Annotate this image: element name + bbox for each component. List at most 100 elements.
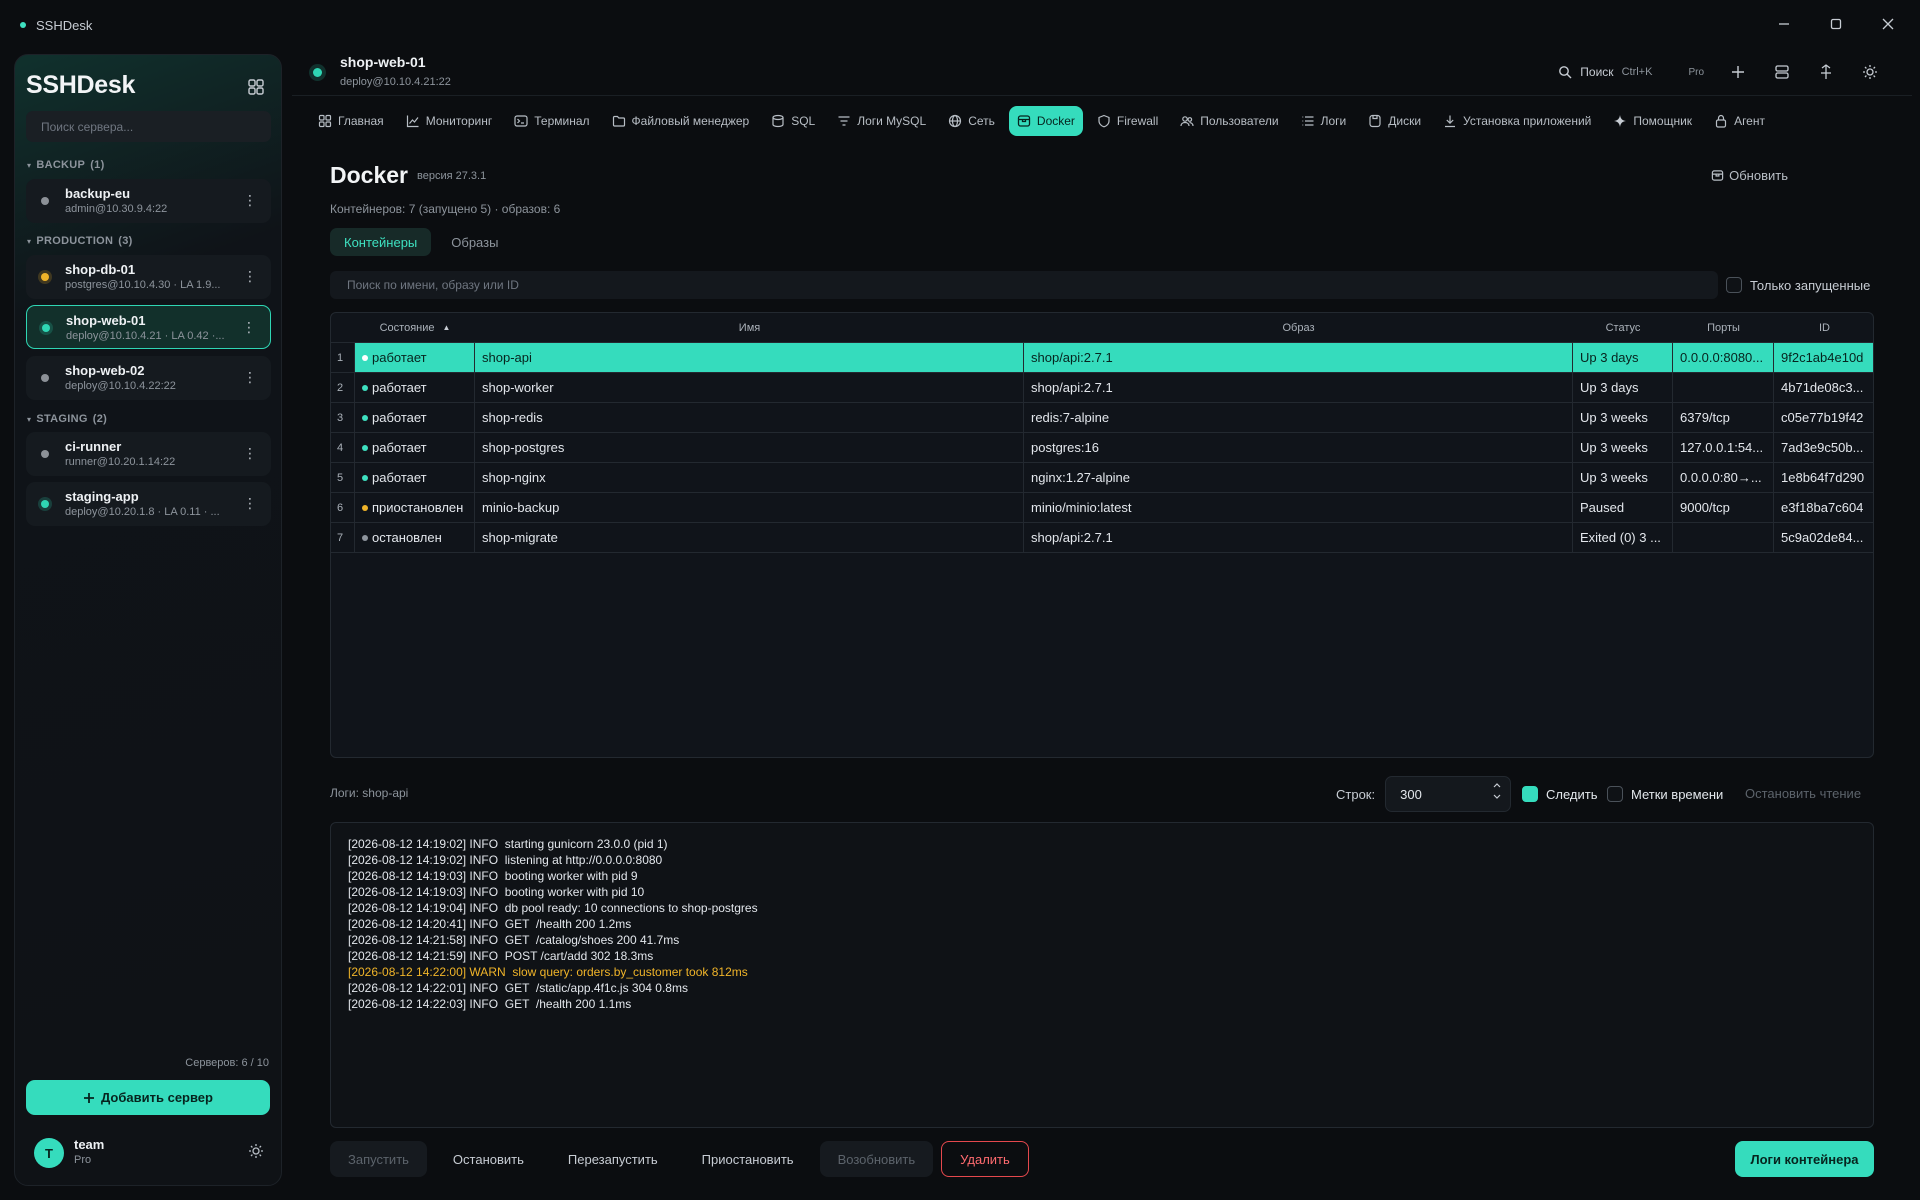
tab-label: Firewall [1116,114,1159,128]
timestamps-checkbox[interactable] [1607,786,1623,802]
sun-icon[interactable] [248,1143,264,1162]
subtab-containers[interactable]: Контейнеры [330,228,432,256]
tab-network[interactable]: Сеть [940,106,1003,136]
tab-terminal[interactable]: Терминал [506,106,597,136]
server-address: admin@10.30.9.4:22 [65,203,168,215]
row-index: 1 [331,343,355,373]
group-staging[interactable]: ▾ STAGING (2) [27,413,107,425]
more-vertical-icon[interactable]: ⋮ [243,269,257,283]
timestamps-toggle[interactable]: Метки времени [1607,786,1723,802]
tab-disks[interactable]: Диски [1360,106,1429,136]
more-vertical-icon[interactable]: ⋮ [243,496,257,510]
table-row[interactable]: 6 приостановлен minio-backup minio/minio… [331,493,1873,523]
server-item-shop-db-01[interactable]: shop-db-01 postgres@10.10.4.30 · LA 1.9.… [26,255,271,299]
delete-button[interactable]: Удалить [941,1141,1029,1177]
log-line: [2026-08-12 14:22:01] INFO GET /static/a… [348,981,688,995]
tab-logs[interactable]: Логи [1293,106,1355,136]
pause-button[interactable]: Приостановить [684,1141,812,1177]
more-vertical-icon[interactable]: ⋮ [243,370,257,384]
rows-stepper[interactable]: 300 [1385,776,1512,812]
group-production[interactable]: ▾ PRODUCTION (3) [27,235,133,247]
user-profile[interactable]: T team Pro [34,1135,264,1175]
resume-button[interactable]: Возобновить [819,1141,934,1177]
refresh-button[interactable]: Обновить [1711,168,1788,183]
start-button[interactable]: Запустить [330,1141,427,1177]
global-search-button[interactable]: Поиск [1558,65,1614,79]
server-item-backup-eu[interactable]: backup-eu admin@10.30.9.4:22 ⋮ [26,179,271,223]
group-count: (2) [92,413,108,425]
tab-file-manager[interactable]: Файловый менеджер [604,106,758,136]
table-row[interactable]: 5 работает shop-nginx nginx:1.27-alpine … [331,463,1873,493]
col-image[interactable]: Образ [1024,313,1573,343]
col-name[interactable]: Имя [475,313,1024,343]
table-row[interactable]: 2 работает shop-worker shop/api:2.7.1 Up… [331,373,1873,403]
tab-app-install[interactable]: Установка приложений [1435,106,1599,136]
col-state[interactable]: Состояние ▲ [355,313,475,343]
table-row[interactable]: 3 работает shop-redis redis:7-alpine Up … [331,403,1873,433]
tab-home[interactable]: Главная [310,106,392,136]
tab-firewall[interactable]: Firewall [1089,106,1166,136]
restart-button[interactable]: Перезапустить [550,1141,676,1177]
ports-cell [1673,523,1774,553]
tab-mysql-logs[interactable]: Логи MySQL [829,106,934,136]
container-icon [1017,115,1031,127]
server-item-ci-runner[interactable]: ci-runner runner@10.20.1.14:22 ⋮ [26,432,271,476]
id-cell: 1e8b64f7d290 [1774,463,1873,493]
tab-assistant[interactable]: Помощник [1605,106,1700,136]
sidebar: SSHDesk Поиск сервера... ▾ BACKUP (1) back… [14,54,282,1186]
only-running-checkbox[interactable] [1726,277,1742,293]
tab-monitoring[interactable]: Мониторинг [398,106,501,136]
server-stack-icon[interactable] [1772,62,1792,82]
group-backup[interactable]: ▾ BACKUP (1) [27,159,105,171]
col-status[interactable]: Статус [1573,313,1673,343]
follow-toggle[interactable]: Следить [1522,786,1598,802]
more-vertical-icon[interactable]: ⋮ [243,446,257,460]
user-name: team [74,1137,105,1152]
table-row[interactable]: 4 работает shop-postgres postgres:16 Up … [331,433,1873,463]
tab-users[interactable]: Пользователи [1172,106,1286,136]
stop-button[interactable]: Остановить [435,1141,542,1177]
stop-reading-button[interactable]: Остановить чтение [1745,786,1861,801]
state-cell: работает [355,403,475,433]
more-vertical-icon[interactable]: ⋮ [243,193,257,207]
connection-status-dot [313,68,322,77]
close-icon[interactable] [1876,12,1900,36]
tab-label: Сеть [968,114,995,128]
only-running-toggle[interactable]: Только запущенные [1726,277,1870,293]
plus-icon[interactable] [1728,62,1748,82]
log-line: [2026-08-12 14:21:58] INFO GET /catalog/… [348,933,680,947]
chevron-up-icon[interactable] [1492,781,1502,789]
table-row[interactable]: 7 остановлен shop-migrate shop/api:2.7.1… [331,523,1873,553]
container-search-input[interactable]: Поиск по имени, образу или ID [330,271,1718,299]
tab-docker[interactable]: Docker [1008,106,1083,136]
col-id[interactable]: ID [1774,313,1873,343]
docker-subtabs: Контейнеры Образы [330,228,512,256]
settings-icon[interactable] [1860,62,1880,82]
log-line: [2026-08-12 14:19:03] INFO booting worke… [348,885,645,899]
globe-icon [949,114,962,128]
subtab-images[interactable]: Образы [437,228,512,256]
col-ports[interactable]: Порты [1673,313,1774,343]
add-server-button[interactable]: Добавить сервер [26,1080,270,1115]
server-search-input[interactable]: Поиск сервера... [26,111,271,142]
table-row[interactable]: 1 работает shop-api shop/api:2.7.1 Up 3 … [331,343,1873,373]
tab-agent[interactable]: Агент [1706,106,1773,136]
follow-label: Следить [1546,786,1598,802]
more-vertical-icon[interactable]: ⋮ [242,320,256,334]
tab-label: Логи MySQL [857,114,927,128]
container-logs-button[interactable]: Логи контейнера [1735,1141,1874,1177]
server-item-shop-web-01[interactable]: shop-web-01 deploy@10.10.4.21 · LA 0.42 … [26,305,271,349]
server-item-shop-web-02[interactable]: shop-web-02 deploy@10.10.4.22:22 ⋮ [26,356,271,400]
tab-sql[interactable]: SQL [763,106,823,136]
minimize-icon[interactable] [1772,12,1796,36]
log-line: [2026-08-12 14:19:02] INFO starting guni… [348,837,668,851]
row-index: 3 [331,403,355,433]
database-icon [772,114,784,128]
maximize-icon[interactable] [1824,12,1848,36]
chevron-down-icon[interactable] [1492,793,1502,801]
server-item-staging-app[interactable]: staging-app deploy@10.20.1.8 · LA 0.11 ·… [26,482,271,526]
follow-checkbox[interactable] [1522,786,1538,802]
id-cell: 9f2c1ab4e10d [1774,343,1873,373]
connection-icon[interactable] [1816,62,1836,82]
layout-grid-icon[interactable] [246,77,266,97]
